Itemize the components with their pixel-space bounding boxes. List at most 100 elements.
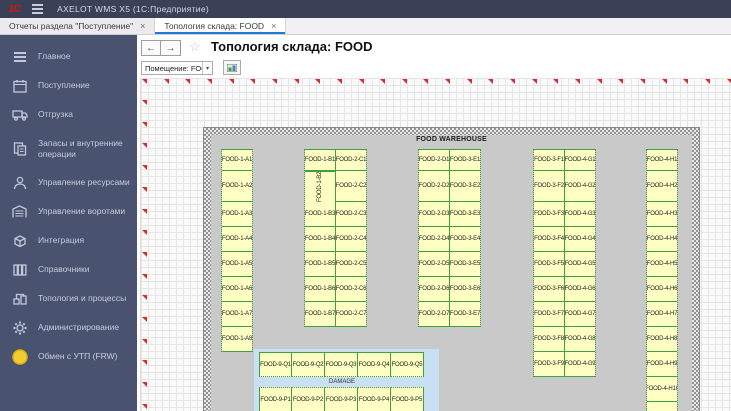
warehouse-cell[interactable]: FOOD-1-A2 bbox=[222, 171, 252, 202]
warehouse-cell[interactable]: FOOD-4-H9 bbox=[647, 352, 677, 377]
back-button[interactable]: ← bbox=[141, 40, 161, 56]
warehouse-cell[interactable]: FOOD-3-F4 bbox=[534, 227, 564, 252]
warehouse-cell[interactable]: FOOD-1-A5 bbox=[222, 252, 252, 277]
sidebar-item-glavnoe[interactable]: Главное bbox=[0, 42, 137, 71]
warehouse-cell[interactable]: FOOD-1-A6 bbox=[222, 277, 252, 302]
warehouse-cell[interactable]: FOOD-4-H6 bbox=[647, 277, 677, 302]
warehouse-cell[interactable]: FOOD-3-F3 bbox=[534, 202, 564, 227]
warehouse-cell[interactable]: FOOD-2-D7 bbox=[419, 302, 449, 327]
warehouse-cell[interactable]: FOOD-4-H1 bbox=[647, 149, 677, 171]
warehouse-cell[interactable]: FOOD-4-H8 bbox=[647, 327, 677, 352]
warehouse-cell[interactable]: FOOD-9-Q3 bbox=[325, 352, 358, 377]
gate-icon bbox=[11, 203, 28, 220]
warehouse-cell[interactable]: FOOD-3-F6 bbox=[534, 277, 564, 302]
sidebar-item-integraciya[interactable]: Интеграция bbox=[0, 226, 137, 255]
warehouse-cell[interactable]: FOOD-1-B6 bbox=[305, 277, 335, 302]
close-icon[interactable]: × bbox=[271, 21, 276, 31]
close-icon[interactable]: × bbox=[140, 21, 145, 31]
rack-column: FOOD-1-A1 FOOD-1-A2 FOOD-1-A3 FOOD-1-A4 FOOD… bbox=[221, 149, 253, 352]
warehouse-cell[interactable]: FOOD-9-P1 bbox=[259, 387, 292, 411]
warehouse-cell[interactable]: FOOD-3-F5 bbox=[534, 252, 564, 277]
sidebar-item-spravochniki[interactable]: Справочники bbox=[0, 255, 137, 284]
show-map-button[interactable] bbox=[223, 60, 241, 75]
warehouse-cell[interactable]: FOOD-1-B7 bbox=[305, 302, 335, 327]
tab-topology[interactable]: Топология склада: FOOD × bbox=[155, 18, 287, 34]
warehouse-cell[interactable]: FOOD-2-D1 bbox=[419, 149, 449, 171]
warehouse-cell[interactable]: FOOD-3-F8 bbox=[534, 327, 564, 352]
warehouse-cell[interactable]: FOOD-4-H2 bbox=[647, 171, 677, 202]
warehouse-cell[interactable]: FOOD-4-G5 bbox=[565, 252, 595, 277]
sidebar-item-postuplenie[interactable]: Поступление bbox=[0, 71, 137, 100]
warehouse-cell[interactable]: FOOD-2-C5 bbox=[336, 252, 366, 277]
warehouse-cell[interactable]: FOOD-2-D5 bbox=[419, 252, 449, 277]
warehouse-cell[interactable]: FOOD-2-D6 bbox=[419, 277, 449, 302]
warehouse-cell[interactable]: FOOD-4-G2 bbox=[565, 171, 595, 202]
warehouse-cell[interactable]: FOOD-1-B2 bbox=[305, 171, 335, 202]
tab-reports[interactable]: Отчеты раздела "Поступление" × bbox=[0, 18, 156, 34]
warehouse-cell[interactable]: FOOD-2-C6 bbox=[336, 277, 366, 302]
warehouse-cell[interactable]: FOOD-4-H5 bbox=[647, 252, 677, 277]
warehouse-cell[interactable]: FOOD-9-Q4 bbox=[358, 352, 391, 377]
warehouse-cell[interactable]: FOOD-4-H3 bbox=[647, 202, 677, 227]
warehouse-cell[interactable]: FOOD-4-H10 bbox=[647, 377, 677, 402]
warehouse-cell[interactable]: FOOD-4-G6 bbox=[565, 277, 595, 302]
warehouse-cell[interactable]: FOOD-4-G9 bbox=[565, 352, 595, 377]
sidebar-item-otgruzka[interactable]: Отгрузка bbox=[0, 100, 137, 129]
warehouse-cell[interactable]: FOOD-9-Q2 bbox=[292, 352, 325, 377]
warehouse-cell[interactable]: FOOD-3-E4 bbox=[450, 227, 480, 252]
warehouse-cell[interactable]: FOOD-1-B5 bbox=[305, 252, 335, 277]
warehouse-cell[interactable]: FOOD-3-E6 bbox=[450, 277, 480, 302]
warehouse-cell[interactable]: FOOD-2-C1 bbox=[336, 149, 366, 171]
warehouse-cell[interactable]: FOOD-1-A1 bbox=[222, 149, 252, 171]
warehouse-cell[interactable]: FOOD-3-F2 bbox=[534, 171, 564, 202]
warehouse-cell[interactable]: FOOD-1-B3 bbox=[305, 202, 335, 227]
warehouse-cell[interactable]: FOOD-4-G8 bbox=[565, 327, 595, 352]
warehouse-cell[interactable]: FOOD-4-H4 bbox=[647, 227, 677, 252]
topology-canvas[interactable]: FOOD WAREHOUSE FOOD-9-Q1 FOOD-9-Q2 FOOD-9-… bbox=[140, 78, 731, 411]
warehouse-cell[interactable]: FOOD-2-D3 bbox=[419, 202, 449, 227]
ruler-marker-icon bbox=[271, 79, 277, 84]
warehouse-cell[interactable]: FOOD-9-P3 bbox=[325, 387, 358, 411]
room-select[interactable]: Помещение: FOOD ▾ bbox=[141, 61, 213, 75]
warehouse-cell[interactable]: FOOD-9-P2 bbox=[292, 387, 325, 411]
warehouse-cell[interactable]: FOOD-3-F7 bbox=[534, 302, 564, 327]
warehouse-cell[interactable]: FOOD-4-H7 bbox=[647, 302, 677, 327]
warehouse-cell[interactable]: FOOD-4-G1 bbox=[565, 149, 595, 171]
warehouse-cell[interactable]: FOOD-2-C3 bbox=[336, 202, 366, 227]
warehouse-cell[interactable]: FOOD-9-Q5 bbox=[391, 352, 424, 377]
warehouse-cell[interactable]: FOOD-9-P4 bbox=[358, 387, 391, 411]
warehouse-cell[interactable]: FOOD-2-C7 bbox=[336, 302, 366, 327]
warehouse-cell[interactable]: FOOD-3-E5 bbox=[450, 252, 480, 277]
warehouse-cell[interactable]: FOOD-1-A3 bbox=[222, 202, 252, 227]
warehouse-cell[interactable]: FOOD-4-G7 bbox=[565, 302, 595, 327]
warehouse-cell[interactable]: FOOD-2-D4 bbox=[419, 227, 449, 252]
warehouse-cell[interactable]: FOOD-4-H11 bbox=[647, 402, 677, 411]
sidebar-item-vorota[interactable]: Управление воротами bbox=[0, 197, 137, 226]
warehouse-cell[interactable]: FOOD-3-F1 bbox=[534, 149, 564, 171]
warehouse-cell[interactable]: FOOD-4-G3 bbox=[565, 202, 595, 227]
warehouse-cell[interactable]: FOOD-9-P5 bbox=[391, 387, 424, 411]
warehouse-cell[interactable]: FOOD-1-B1 bbox=[305, 149, 335, 171]
sidebar-item-resursy[interactable]: Управление ресурсами bbox=[0, 168, 137, 197]
favorite-star-icon[interactable]: ☆ bbox=[189, 39, 201, 55]
warehouse-cell[interactable]: FOOD-3-F9 bbox=[534, 352, 564, 377]
main-menu-icon[interactable] bbox=[32, 4, 44, 14]
warehouse-cell[interactable]: FOOD-1-B4 bbox=[305, 227, 335, 252]
sidebar-item-obmen-upp[interactable]: Обмен с УТП (FRW) bbox=[0, 342, 137, 371]
warehouse-cell[interactable]: FOOD-2-C2 bbox=[336, 171, 366, 202]
warehouse-cell[interactable]: FOOD-3-E3 bbox=[450, 202, 480, 227]
warehouse-cell[interactable]: FOOD-4-G4 bbox=[565, 227, 595, 252]
warehouse-cell[interactable]: FOOD-1-A4 bbox=[222, 227, 252, 252]
warehouse-cell[interactable]: FOOD-1-A8 bbox=[222, 327, 252, 352]
warehouse-cell[interactable]: FOOD-3-E1 bbox=[450, 149, 480, 171]
sidebar-item-administrirovanie[interactable]: Администрирование bbox=[0, 313, 137, 342]
sidebar-item-topologiya[interactable]: Топология и процессы bbox=[0, 284, 137, 313]
warehouse-cell[interactable]: FOOD-2-C4 bbox=[336, 227, 366, 252]
warehouse-cell[interactable]: FOOD-3-E7 bbox=[450, 302, 480, 327]
forward-button[interactable]: → bbox=[161, 40, 181, 56]
warehouse-cell[interactable]: FOOD-1-A7 bbox=[222, 302, 252, 327]
warehouse-cell[interactable]: FOOD-2-D2 bbox=[419, 171, 449, 202]
warehouse-cell[interactable]: FOOD-9-Q1 bbox=[259, 352, 292, 377]
warehouse-cell[interactable]: FOOD-3-E2 bbox=[450, 171, 480, 202]
sidebar-item-zapasy[interactable]: Запасы и внутренние операции bbox=[0, 129, 137, 168]
